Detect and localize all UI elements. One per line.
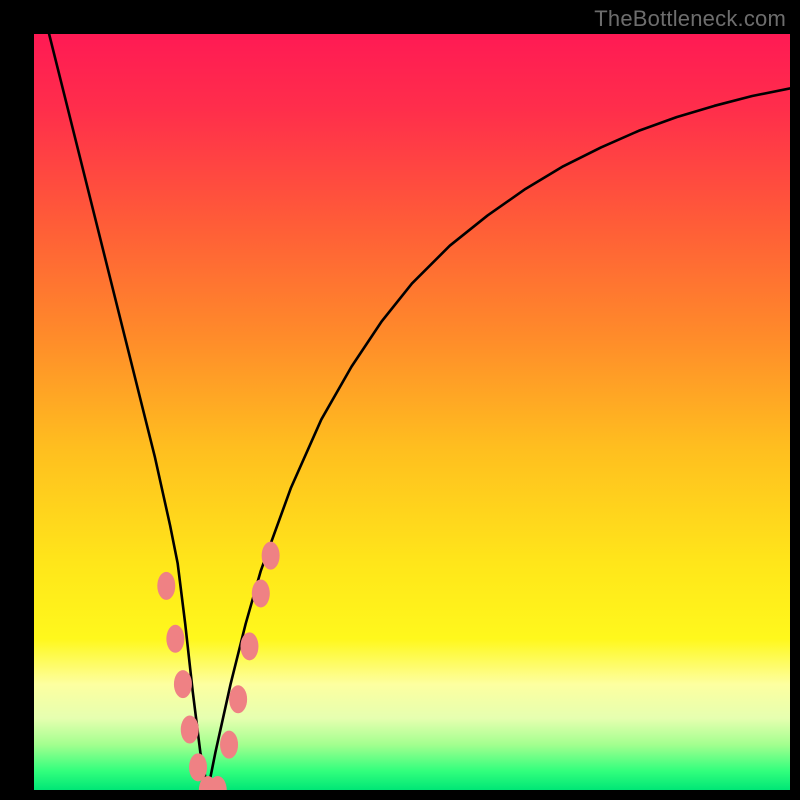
watermark-text: TheBottleneck.com bbox=[594, 6, 786, 32]
curve-marker bbox=[220, 731, 238, 759]
curve-marker bbox=[252, 579, 270, 607]
plot-area bbox=[34, 34, 790, 790]
chart-svg bbox=[34, 34, 790, 790]
chart-frame: TheBottleneck.com bbox=[0, 0, 800, 800]
curve-marker bbox=[181, 716, 199, 744]
curve-marker bbox=[262, 542, 280, 570]
curve-marker bbox=[174, 670, 192, 698]
curve-marker bbox=[166, 625, 184, 653]
curve-marker bbox=[240, 632, 258, 660]
curve-marker bbox=[189, 753, 207, 781]
bottleneck-curve bbox=[49, 34, 790, 790]
curve-marker bbox=[157, 572, 175, 600]
curve-marker bbox=[229, 685, 247, 713]
